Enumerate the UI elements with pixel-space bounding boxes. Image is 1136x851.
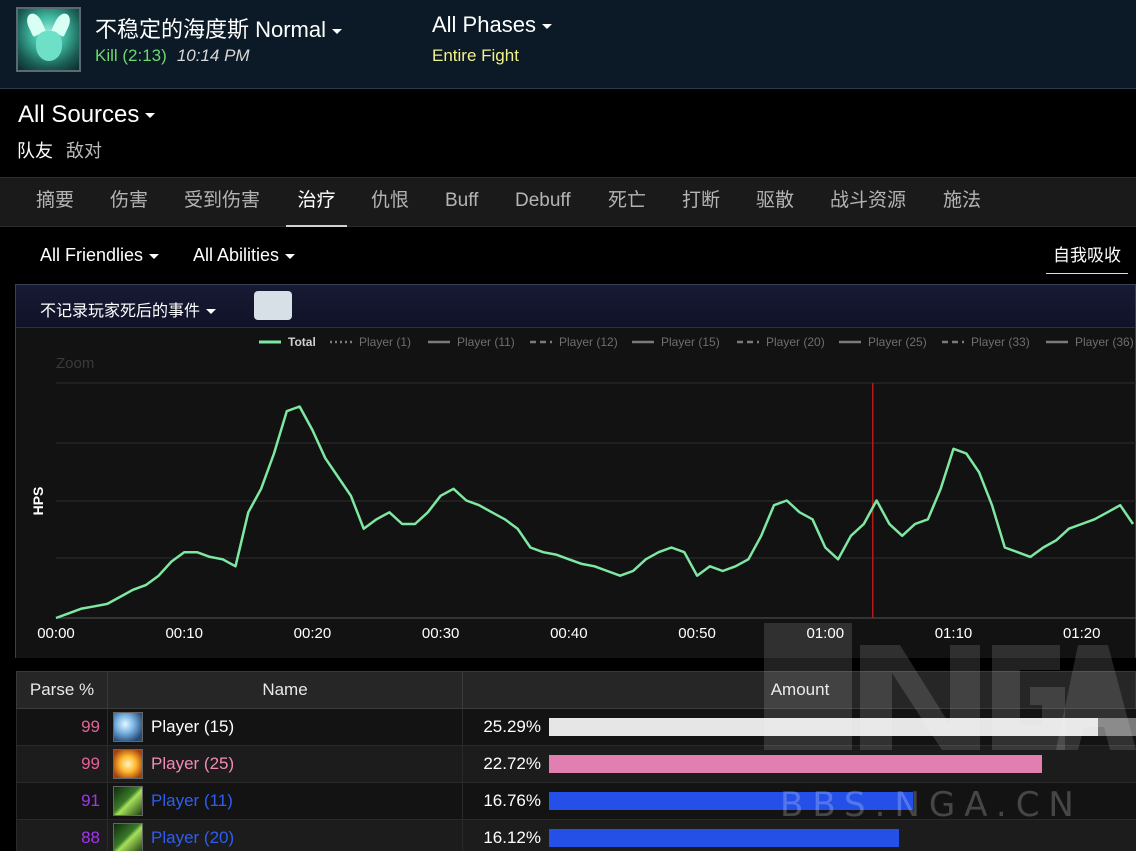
boss-selector[interactable]: 不稳定的海度斯 Normal: [95, 12, 343, 44]
chevron-down-icon: [285, 253, 296, 259]
tab-summary[interactable]: 摘要: [36, 178, 74, 227]
tab-friendly[interactable]: 队友: [17, 141, 53, 161]
friendlies-dropdown[interactable]: All Friendlies: [40, 245, 160, 266]
boss-name: 不稳定的海度斯 Normal: [95, 17, 327, 42]
legend-item: Player (36): [1075, 335, 1134, 349]
phase-selector[interactable]: All Phases: [432, 12, 552, 38]
amount-percent: 16.76%: [483, 791, 541, 810]
healing-chart-panel: 不记录玩家死后的事件 Zoom HPS 00:00 00:10 00:20 00:30 00…: [15, 284, 1136, 658]
death-events-dropdown[interactable]: 不记录玩家死后的事件: [40, 297, 217, 321]
chevron-down-icon: [145, 113, 156, 119]
self-absorb-toggle[interactable]: 自我吸收: [1046, 240, 1128, 274]
tab-hostile[interactable]: 敌对: [66, 141, 102, 161]
tab-healing[interactable]: 治疗: [286, 178, 347, 227]
source-label: All Sources: [18, 101, 140, 128]
watermark-url: BBS.NGA.CN: [780, 785, 1083, 825]
chevron-down-icon: [541, 23, 552, 29]
legend-item: Total: [288, 335, 316, 349]
col-amount[interactable]: Amount: [463, 672, 1136, 708]
player-name[interactable]: Player (25): [151, 746, 234, 782]
fight-scope: Entire Fight: [432, 46, 519, 65]
tab-interrupts[interactable]: 打断: [682, 178, 720, 227]
abilities-label: All Abilities: [193, 245, 280, 265]
x-tick-label: 01:00: [807, 625, 845, 642]
chevron-down-icon: [206, 309, 217, 315]
series-line-total: [55, 405, 1135, 620]
zoom-label: Zoom: [56, 355, 94, 372]
player-name[interactable]: Player (20): [151, 820, 234, 851]
x-tick-label: 00:00: [37, 625, 75, 642]
amount-bar: [549, 755, 1042, 773]
amount-bar: [549, 829, 899, 847]
nature-icon: [113, 823, 143, 851]
tab-damage-taken[interactable]: 受到伤害: [184, 178, 260, 227]
tab-deaths[interactable]: 死亡: [608, 178, 646, 227]
chevron-down-icon: [149, 253, 160, 259]
legend-item: Player (33): [971, 335, 1030, 349]
col-name[interactable]: Name: [108, 672, 463, 708]
tab-dispels[interactable]: 驱散: [756, 178, 794, 227]
y-axis-label: HPS: [30, 487, 46, 516]
legend-item: Player (25): [868, 335, 927, 349]
tab-debuffs[interactable]: Debuff: [515, 178, 571, 227]
abilities-dropdown[interactable]: All Abilities: [193, 245, 296, 266]
chart-area: Zoom HPS 00:00 00:10 00:20 00:30 00:40 00:50 01:…: [16, 328, 1136, 658]
phase-label: All Phases: [432, 12, 536, 37]
parse-percent: 91: [81, 791, 100, 810]
amount-percent: 22.72%: [483, 754, 541, 773]
x-tick-label: 01:20: [1063, 625, 1101, 642]
x-tick-label: 00:50: [678, 625, 716, 642]
parse-percent: 88: [81, 828, 100, 847]
tab-buffs[interactable]: Buff: [445, 178, 478, 227]
x-tick-label: 00:40: [550, 625, 588, 642]
fight-result: Kill (2:13) 10:14 PM: [95, 46, 250, 66]
parse-percent: 99: [81, 717, 100, 736]
frost-icon: [113, 712, 143, 742]
death-events-label: 不记录玩家死后的事件: [40, 303, 201, 320]
kill-time: Kill (2:13): [95, 46, 167, 65]
source-selector[interactable]: All Sources: [18, 101, 156, 129]
x-tick-label: 00:30: [422, 625, 460, 642]
report-nav: 摘要 伤害 受到伤害 治疗 仇恨 Buff Debuff 死亡 打断 驱散 战斗…: [0, 177, 1136, 227]
legend-item: Player (12): [559, 335, 618, 349]
table-header: Parse % Name Amount: [16, 671, 1136, 709]
tab-casts[interactable]: 施法: [943, 178, 981, 227]
parse-percent: 99: [81, 754, 100, 773]
amount-bar: [549, 718, 1098, 736]
x-tick-label: 00:10: [165, 625, 203, 642]
tab-damage-done[interactable]: 伤害: [110, 178, 148, 227]
legend-item: Player (20): [766, 335, 825, 349]
chart-options-bar: 不记录玩家死后的事件: [16, 285, 1135, 328]
legend-item: Player (1): [359, 335, 411, 349]
tab-threat[interactable]: 仇恨: [371, 178, 409, 227]
player-name[interactable]: Player (11): [151, 783, 233, 819]
x-tick-label: 00:20: [294, 625, 332, 642]
legend-item: Player (15): [661, 335, 720, 349]
friendlies-label: All Friendlies: [40, 245, 144, 265]
x-tick-label: 01:10: [935, 625, 973, 642]
source-tabs: 队友 敌对: [17, 137, 102, 163]
encounter-header: 不稳定的海度斯 Normal Kill (2:13) 10:14 PM All P…: [0, 0, 1136, 89]
holy-icon: [113, 749, 143, 779]
amount-percent: 25.29%: [483, 717, 541, 736]
chevron-down-icon: [332, 28, 343, 34]
amount-percent: 16.12%: [483, 828, 541, 847]
col-parse[interactable]: Parse %: [17, 672, 108, 708]
player-name[interactable]: Player (15): [151, 709, 234, 745]
hps-chart[interactable]: Zoom HPS 00:00 00:10 00:20 00:30 00:40 00:50 01:…: [16, 328, 1136, 658]
table-row[interactable]: 99 Player (25) 22.72%: [16, 746, 1136, 783]
death-events-toggle[interactable]: [254, 291, 292, 320]
table-row[interactable]: 99 Player (15) 25.29%: [16, 709, 1136, 746]
fight-clock: 10:14 PM: [176, 46, 250, 65]
tab-resources[interactable]: 战斗资源: [830, 178, 906, 227]
boss-portrait-icon: [16, 7, 81, 72]
nature-icon: [113, 786, 143, 816]
legend-item: Player (11): [457, 335, 515, 349]
